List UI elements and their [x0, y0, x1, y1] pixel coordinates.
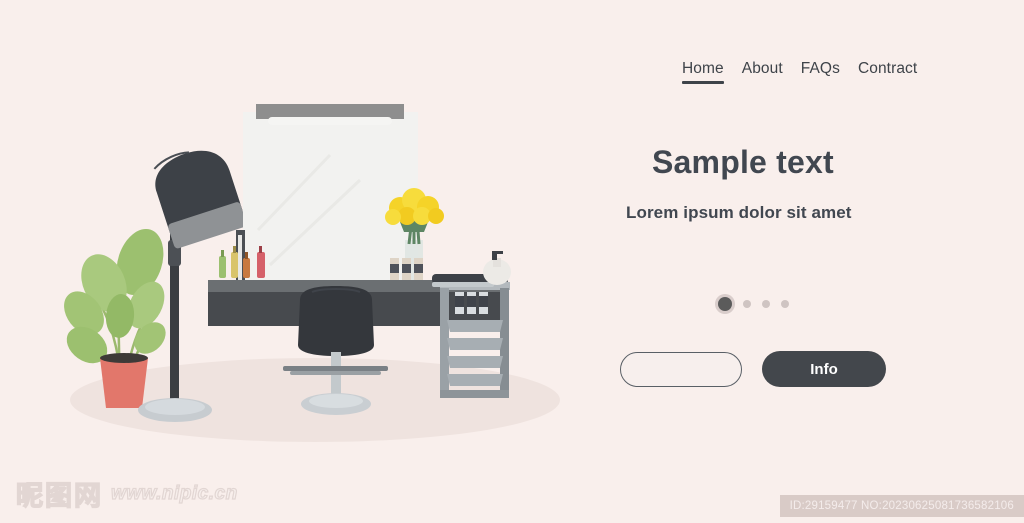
mirror-glass [243, 112, 418, 282]
salon-illustration [0, 0, 620, 480]
hero-content: Home About FAQs Contract Sample text Lor… [620, 60, 1000, 387]
watermark-site-name: 昵图网 [15, 480, 103, 511]
carousel-dots [718, 297, 1000, 311]
carousel-dot-1[interactable] [718, 297, 732, 311]
plant-pot [100, 358, 148, 408]
page-root: Home About FAQs Contract Sample text Lor… [0, 0, 1024, 523]
secondary-outline-button[interactable] [620, 351, 742, 387]
pot-soil [100, 353, 148, 363]
mirror-light-strip [268, 117, 392, 125]
trolley-frame-left [440, 288, 449, 398]
chair-back [298, 286, 374, 356]
main-navigation: Home About FAQs Contract [620, 60, 1000, 84]
stock-site-watermark: 昵图网 www.nipic.cn [15, 474, 238, 513]
info-button[interactable]: Info [762, 351, 886, 387]
soap-dispenser [483, 251, 511, 285]
carousel-dot-3[interactable] [762, 300, 770, 308]
nav-item-home[interactable]: Home [682, 60, 724, 84]
nav-item-contract[interactable]: Contract [858, 60, 917, 82]
trolley-drawers [447, 320, 503, 386]
watermark-id-badge: ID:29159477 NO:20230625081736582106 [779, 495, 1024, 517]
page-title: Sample text [652, 144, 834, 180]
nav-item-about[interactable]: About [742, 60, 783, 82]
carousel-dot-4[interactable] [781, 300, 789, 308]
trolley-tools [455, 292, 488, 314]
carousel-dot-2[interactable] [743, 300, 751, 308]
cta-button-row: Info [620, 351, 1000, 387]
chair-footrest [283, 366, 388, 371]
watermark-site-url: www.nipic.cn [110, 482, 238, 504]
nav-item-faqs[interactable]: FAQs [801, 60, 840, 82]
page-subtitle: Lorem ipsum dolor sit amet [626, 203, 852, 222]
mirror-top-bar [256, 104, 404, 119]
